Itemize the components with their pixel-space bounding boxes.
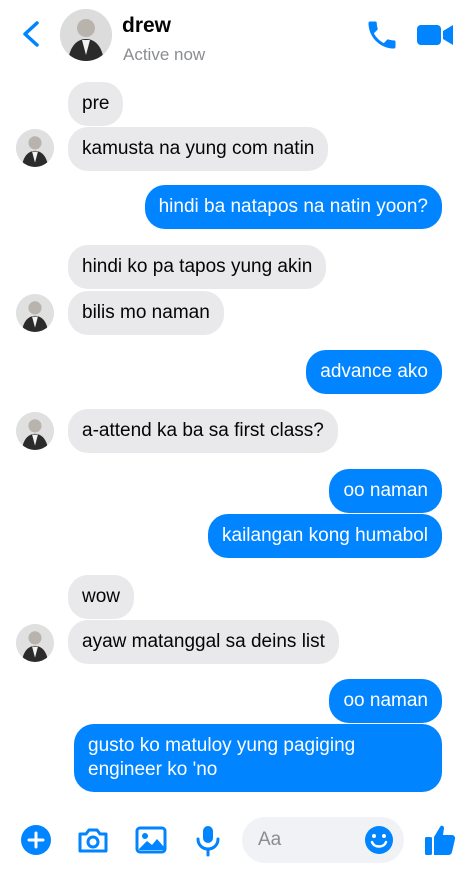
message-outgoing[interactable]: hindi ba natapos na natin yoon? [144,185,442,229]
contact-avatar-small [16,294,54,332]
thumbs-up-icon[interactable] [420,820,460,860]
message-outgoing[interactable]: oo naman [329,469,442,513]
chat-header: drew Active now [0,0,474,70]
contact-avatar-small [16,624,54,662]
message-incoming[interactable]: bilis mo naman [68,291,224,335]
message-incoming[interactable]: kamusta na yung com natin [68,127,329,171]
message-incoming[interactable]: hindi ko pa tapos yung akin [68,245,327,289]
active-status: Active now [123,45,206,64]
phone-icon[interactable] [364,17,400,53]
message-incoming[interactable]: wow [68,575,135,619]
plus-icon[interactable] [18,822,54,858]
emoji-icon[interactable] [362,823,396,857]
video-camera-icon[interactable] [414,17,456,53]
message-outgoing[interactable]: gusto ko matuloy yung pagiging engineer … [74,724,442,792]
message-outgoing[interactable]: advance ako [306,350,442,394]
message-incoming[interactable]: ayaw matanggal sa deins list [68,620,339,664]
image-icon[interactable] [133,822,169,858]
contact-avatar-small [16,412,54,450]
message-input[interactable] [258,827,358,853]
camera-icon[interactable] [75,822,111,858]
contact-avatar-small [16,129,54,167]
message-outgoing[interactable]: oo naman [329,679,442,723]
contact-name[interactable]: drew [122,14,171,38]
message-incoming[interactable]: a-attend ka ba sa first class? [68,409,338,453]
contact-avatar[interactable] [60,9,112,61]
message-incoming[interactable]: pre [68,82,124,126]
message-composer [0,808,474,873]
message-input-box[interactable] [242,817,404,863]
microphone-icon[interactable] [190,822,226,858]
message-outgoing[interactable]: kailangan kong humabol [208,514,442,558]
back-icon[interactable] [14,16,50,52]
